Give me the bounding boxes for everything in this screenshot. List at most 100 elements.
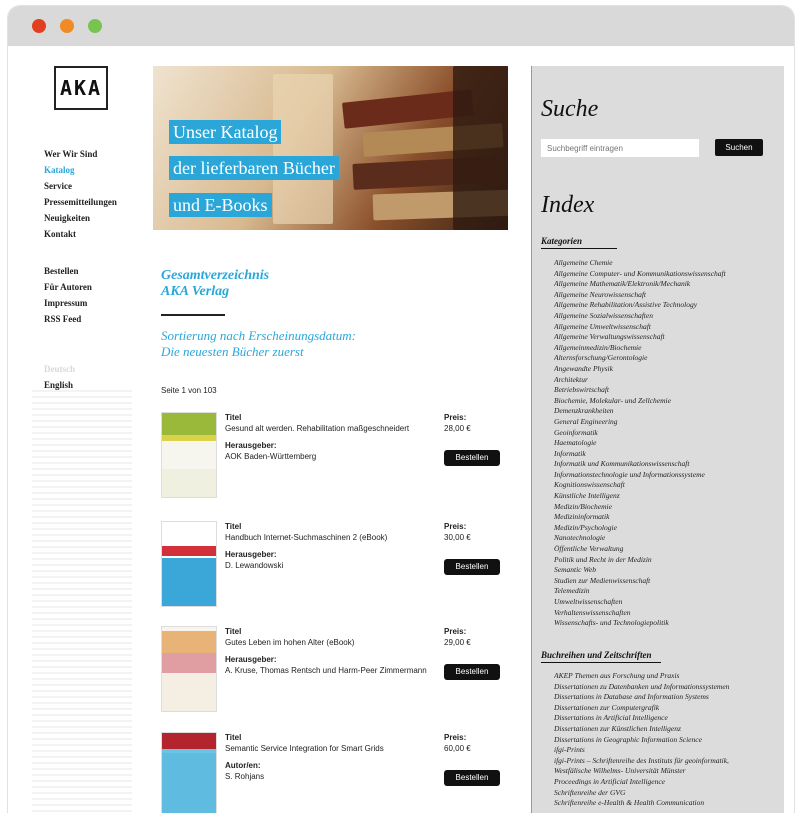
category-link[interactable]: Allgemeine Mathematik/Elektronik/Mechani…	[554, 279, 778, 290]
book-fields: Titel Handbuch Internet-Suchmaschinen 2 …	[225, 521, 435, 571]
price-label: Preis:	[444, 627, 467, 636]
nav-item-rss-feed[interactable]: RSS Feed	[44, 311, 92, 327]
category-link[interactable]: Semantic Web	[554, 565, 778, 576]
book-title[interactable]: Gesund alt werden. Rehabilitation maßges…	[225, 423, 435, 434]
main-column: Unser Katalog der lieferbaren Bücher und…	[153, 66, 508, 813]
category-link[interactable]: Umweltwissenschaften	[554, 597, 778, 608]
category-link[interactable]: Verhaltenswissenschaften	[554, 608, 778, 619]
series-link[interactable]: Dissertations in Geographic Information …	[554, 735, 778, 746]
browser-window: AKA Wer Wir Sind Katalog Service Pressem…	[8, 6, 794, 813]
category-link[interactable]: Öffentliche Verwaltung	[554, 544, 778, 555]
nav-item-katalog[interactable]: Katalog	[44, 162, 117, 178]
category-link[interactable]: Allgemeine Chemie	[554, 258, 778, 269]
price-label: Preis:	[444, 413, 467, 422]
nav-item-pressemitteilungen[interactable]: Pressemitteilungen	[44, 194, 117, 210]
aka-logo[interactable]: AKA	[54, 66, 108, 110]
category-link[interactable]: Haematologie	[554, 438, 778, 449]
category-link[interactable]: Nanotechnologie	[554, 533, 778, 544]
category-link[interactable]: Allgemeinmedizin/Biochemie	[554, 343, 778, 354]
catalog-title: Gesamtverzeichnis AKA Verlag	[161, 268, 269, 300]
nav-item-kontakt[interactable]: Kontakt	[44, 226, 117, 242]
category-link[interactable]: Allgemeine Umweltwissenschaft	[554, 322, 778, 333]
series-link[interactable]: Westfälische Wilhelms- Universität Münst…	[554, 766, 778, 777]
category-link[interactable]: Allgemeine Rehabilitation/Assistive Tech…	[554, 300, 778, 311]
category-link[interactable]: Kognitionswissenschaft	[554, 480, 778, 491]
category-link[interactable]: Biochemie, Molekular- und Zellchemie	[554, 396, 778, 407]
book-fields: Titel Gutes Leben im hohen Alter (eBook)…	[225, 626, 435, 676]
order-button[interactable]: Bestellen	[444, 559, 500, 575]
nav-item-service[interactable]: Service	[44, 178, 117, 194]
search-input[interactable]	[541, 139, 699, 157]
category-link[interactable]: Allgemeine Verwaltungswissenschaft	[554, 332, 778, 343]
background-texture	[32, 386, 132, 813]
category-link[interactable]: Betriebswirtschaft	[554, 385, 778, 396]
book-title[interactable]: Gutes Leben im hohen Alter (eBook)	[225, 637, 435, 648]
category-link[interactable]: Medizin/Psychologie	[554, 523, 778, 534]
book-cover[interactable]	[161, 412, 217, 498]
nav-item-bestellen[interactable]: Bestellen	[44, 263, 92, 279]
maximize-window-icon[interactable]	[88, 19, 102, 33]
category-link[interactable]: Alternsforschung/Gerontologie	[554, 353, 778, 364]
book-person: S. Rohjans	[225, 772, 265, 781]
series-link[interactable]: Dissertationen zur Computergrafik	[554, 703, 778, 714]
series-link[interactable]: AKEP Themen aus Forschung und Praxis	[554, 671, 778, 682]
price-value: 30,00 €	[444, 533, 471, 542]
minimize-window-icon[interactable]	[60, 19, 74, 33]
category-link[interactable]: Informatik	[554, 449, 778, 460]
category-link[interactable]: Künstliche Intelligenz	[554, 491, 778, 502]
category-link[interactable]: Architektur	[554, 375, 778, 386]
search-button[interactable]: Suchen	[715, 139, 763, 156]
title-label: Titel	[225, 413, 242, 422]
order-button[interactable]: Bestellen	[444, 450, 500, 466]
category-link[interactable]: Allgemeine Computer- und Kommunikationsw…	[554, 269, 778, 280]
category-link[interactable]: Angewandte Physik	[554, 364, 778, 375]
category-link[interactable]: Medizininformatik	[554, 512, 778, 523]
book-cover[interactable]	[161, 732, 217, 813]
sort-line-2: Die neuesten Bücher zuerst	[161, 344, 304, 359]
nav-item-neuigkeiten[interactable]: Neuigkeiten	[44, 210, 117, 226]
book-title[interactable]: Handbuch Internet-Suchmaschinen 2 (eBook…	[225, 532, 435, 543]
secondary-nav: Bestellen Für Autoren Impressum RSS Feed	[44, 263, 92, 327]
book-fields: Titel Gesund alt werden. Rehabilitation …	[225, 412, 435, 462]
pagination-info: Seite 1 von 103	[161, 386, 217, 395]
book-entry: Titel Gutes Leben im hohen Alter (eBook)…	[161, 626, 508, 718]
category-link[interactable]: Studien zur Medienwissenschaft	[554, 576, 778, 587]
series-link[interactable]: Proceedings in Artificial Intelligence	[554, 777, 778, 788]
category-link[interactable]: Telemedizin	[554, 586, 778, 597]
series-link[interactable]: Dissertationen zur Künstlichen Intellige…	[554, 724, 778, 735]
category-link[interactable]: Allgemeine Neurowissenschaft	[554, 290, 778, 301]
person-label: Herausgeber:	[225, 655, 277, 664]
order-button[interactable]: Bestellen	[444, 664, 500, 680]
nav-item-fuer-autoren[interactable]: Für Autoren	[44, 279, 92, 295]
book-price: Preis: 30,00 €	[444, 521, 471, 543]
category-link[interactable]: Informationstechnologie und Informations…	[554, 470, 778, 481]
book-price: Preis: 29,00 €	[444, 626, 471, 648]
category-link[interactable]: Politik und Recht in der Medizin	[554, 555, 778, 566]
category-link[interactable]: Demenzkrankheiten	[554, 406, 778, 417]
category-link[interactable]: General Engineering	[554, 417, 778, 428]
category-link[interactable]: Geoinformatik	[554, 428, 778, 439]
book-entry: Titel Gesund alt werden. Rehabilitation …	[161, 412, 508, 504]
series-link[interactable]: Schriftenreihe e-Health & Health Communi…	[554, 798, 778, 809]
category-link[interactable]: Medizin/Biochemie	[554, 502, 778, 513]
book-cover[interactable]	[161, 626, 217, 712]
book-entry: Titel Handbuch Internet-Suchmaschinen 2 …	[161, 521, 508, 613]
series-link[interactable]: Dissertationen zu Datenbanken und Inform…	[554, 682, 778, 693]
series-link[interactable]: ifgi-Prints	[554, 745, 778, 756]
series-link[interactable]: ifgi-Prints – Schriftenreihe des Institu…	[554, 756, 778, 767]
category-link[interactable]: Allgemeine Sozialwissenschaften	[554, 311, 778, 322]
order-button[interactable]: Bestellen	[444, 770, 500, 786]
category-link[interactable]: Wissenschafts- und Technologiepolitik	[554, 618, 778, 629]
series-link[interactable]: Schriftenreihe der GVG	[554, 788, 778, 799]
search-heading: Suche	[541, 96, 599, 122]
close-window-icon[interactable]	[32, 19, 46, 33]
book-cover[interactable]	[161, 521, 217, 607]
lang-english[interactable]: English	[44, 377, 75, 393]
book-title[interactable]: Semantic Service Integration for Smart G…	[225, 743, 435, 754]
category-link[interactable]: Informatik und Kommunikationswissenschaf…	[554, 459, 778, 470]
title-label: Titel	[225, 522, 242, 531]
series-link[interactable]: Dissertations in Artificial Intelligence	[554, 713, 778, 724]
series-link[interactable]: Dissertations in Database and Informatio…	[554, 692, 778, 703]
nav-item-impressum[interactable]: Impressum	[44, 295, 92, 311]
nav-item-wer-wir-sind[interactable]: Wer Wir Sind	[44, 146, 117, 162]
